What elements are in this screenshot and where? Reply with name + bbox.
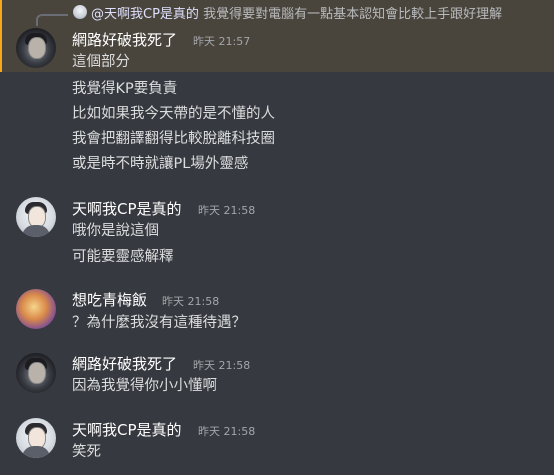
reply-connector xyxy=(36,14,68,26)
reply-mention[interactable]: @天啊我CP是真的 xyxy=(91,7,199,22)
message-author[interactable]: 想吃青梅飯 xyxy=(72,289,147,310)
message-text: 我會把翻譯翻得比較脫離科技圈 xyxy=(72,131,275,147)
message-text: 可能要靈感解釋 xyxy=(72,249,174,265)
message-text: 或是時不時就讓PL場外靈感 xyxy=(72,156,249,172)
message-author[interactable]: 天啊我CP是真的 xyxy=(72,198,182,219)
message-author[interactable]: 網路好破我死了 xyxy=(72,353,177,374)
avatar[interactable] xyxy=(16,197,56,237)
message-group-1: @天啊我CP是真的 我覺得要對電腦有一點基本認知會比較上手跟好理解 網路好破我死… xyxy=(0,0,554,72)
avatar[interactable] xyxy=(16,28,56,68)
message-text: 笑死 xyxy=(72,444,101,460)
reply-avatar[interactable] xyxy=(73,5,87,19)
message-author[interactable]: 網路好破我死了 xyxy=(72,29,177,50)
message-text: 比如如果我今天帶的是不懂的人 xyxy=(72,106,275,122)
avatar[interactable] xyxy=(16,353,56,393)
message-text: 我覺得KP要負責 xyxy=(72,81,178,97)
message-text: 哦你是說這個 xyxy=(72,223,159,239)
message-timestamp: 昨天 21:58 xyxy=(198,204,256,217)
reply-snippet: 我覺得要對電腦有一點基本認知會比較上手跟好理解 xyxy=(203,7,503,22)
message-timestamp: 昨天 21:57 xyxy=(193,35,251,48)
message-timestamp: 昨天 21:58 xyxy=(198,425,256,438)
message-text: 這個部分 xyxy=(72,54,130,70)
message-text: ？為什麼我沒有這種待遇？ xyxy=(72,315,246,331)
avatar[interactable] xyxy=(16,418,56,458)
message-author[interactable]: 天啊我CP是真的 xyxy=(72,419,182,440)
message-timestamp: 昨天 21:58 xyxy=(193,359,251,372)
avatar[interactable] xyxy=(16,289,56,329)
message-text: 因為我覺得你小小懂啊 xyxy=(72,378,217,394)
reply-preview[interactable]: @天啊我CP是真的 我覺得要對電腦有一點基本認知會比較上手跟好理解 xyxy=(91,3,502,22)
message-timestamp: 昨天 21:58 xyxy=(162,295,220,308)
